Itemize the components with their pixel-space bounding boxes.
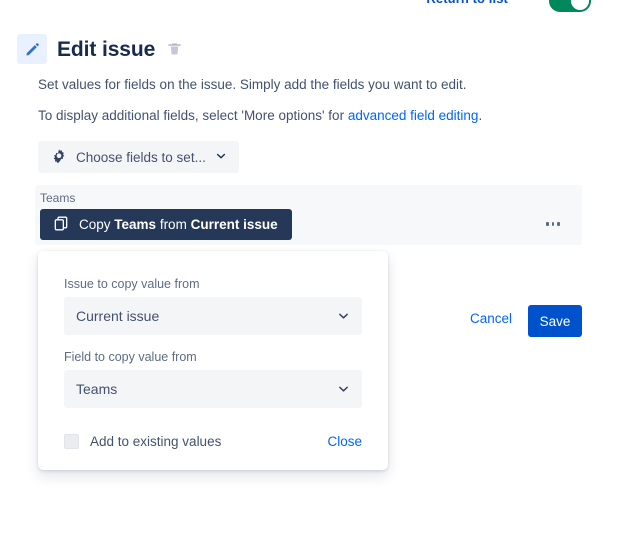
copy-icon bbox=[53, 215, 69, 235]
more-dot bbox=[546, 222, 549, 226]
save-button[interactable]: Save bbox=[528, 305, 582, 337]
gear-icon bbox=[51, 148, 67, 167]
add-to-existing-values-checkbox[interactable] bbox=[64, 434, 79, 449]
field-source-label: Field to copy value from bbox=[64, 350, 197, 364]
top-bar: Return to list bbox=[0, 0, 627, 13]
more-dot bbox=[557, 222, 561, 226]
description-line-1: Set values for fields on the issue. Simp… bbox=[38, 77, 467, 92]
field-section-label: Teams bbox=[40, 191, 76, 205]
more-dot bbox=[551, 222, 555, 226]
enable-toggle[interactable] bbox=[549, 0, 591, 12]
chevron-down-icon bbox=[215, 150, 227, 165]
popup-footer: Add to existing values Close bbox=[64, 434, 362, 449]
description-line-2-suffix: . bbox=[478, 108, 483, 123]
issue-source-value: Current issue bbox=[76, 308, 160, 324]
copy-field-name: Teams bbox=[114, 217, 157, 232]
more-options-icon[interactable] bbox=[540, 214, 566, 234]
field-source-select[interactable]: Teams bbox=[64, 370, 362, 408]
description-line-2: To display additional fields, select 'Mo… bbox=[38, 107, 482, 126]
pencil-icon bbox=[17, 34, 47, 64]
return-to-list-link[interactable]: Return to list bbox=[426, 0, 508, 6]
copy-source-name: Current issue bbox=[190, 217, 278, 232]
copy-value-popup: Issue to copy value from Current issue F… bbox=[38, 251, 388, 470]
copy-prefix: Copy bbox=[79, 217, 115, 232]
copy-middle: from bbox=[156, 217, 191, 232]
copy-button-label: Copy Teams from Current issue bbox=[79, 217, 278, 232]
field-section-teams: Teams Copy Teams from Current issue bbox=[35, 185, 582, 245]
choose-fields-label: Choose fields to set... bbox=[76, 149, 206, 165]
chevron-down-icon bbox=[337, 383, 350, 396]
cancel-button[interactable]: Cancel bbox=[470, 311, 512, 326]
advanced-field-editing-link[interactable]: advanced field editing bbox=[348, 108, 479, 123]
page-header: Edit issue bbox=[17, 34, 182, 64]
field-source-value: Teams bbox=[76, 381, 118, 397]
chevron-down-icon bbox=[337, 310, 350, 323]
trash-icon[interactable] bbox=[167, 41, 182, 57]
choose-fields-button[interactable]: Choose fields to set... bbox=[38, 141, 239, 173]
description-line-2-text: To display additional fields, select 'Mo… bbox=[38, 108, 348, 123]
close-popup-link[interactable]: Close bbox=[327, 434, 362, 449]
issue-source-select[interactable]: Current issue bbox=[64, 297, 362, 335]
issue-source-label: Issue to copy value from bbox=[64, 277, 200, 291]
toggle-knob bbox=[571, 0, 589, 10]
edit-issue-page: Return to list Edit issue Set values for… bbox=[0, 0, 627, 535]
add-to-existing-values-label: Add to existing values bbox=[90, 434, 222, 449]
copy-teams-from-current-issue-button[interactable]: Copy Teams from Current issue bbox=[40, 209, 292, 240]
page-title: Edit issue bbox=[57, 37, 156, 61]
